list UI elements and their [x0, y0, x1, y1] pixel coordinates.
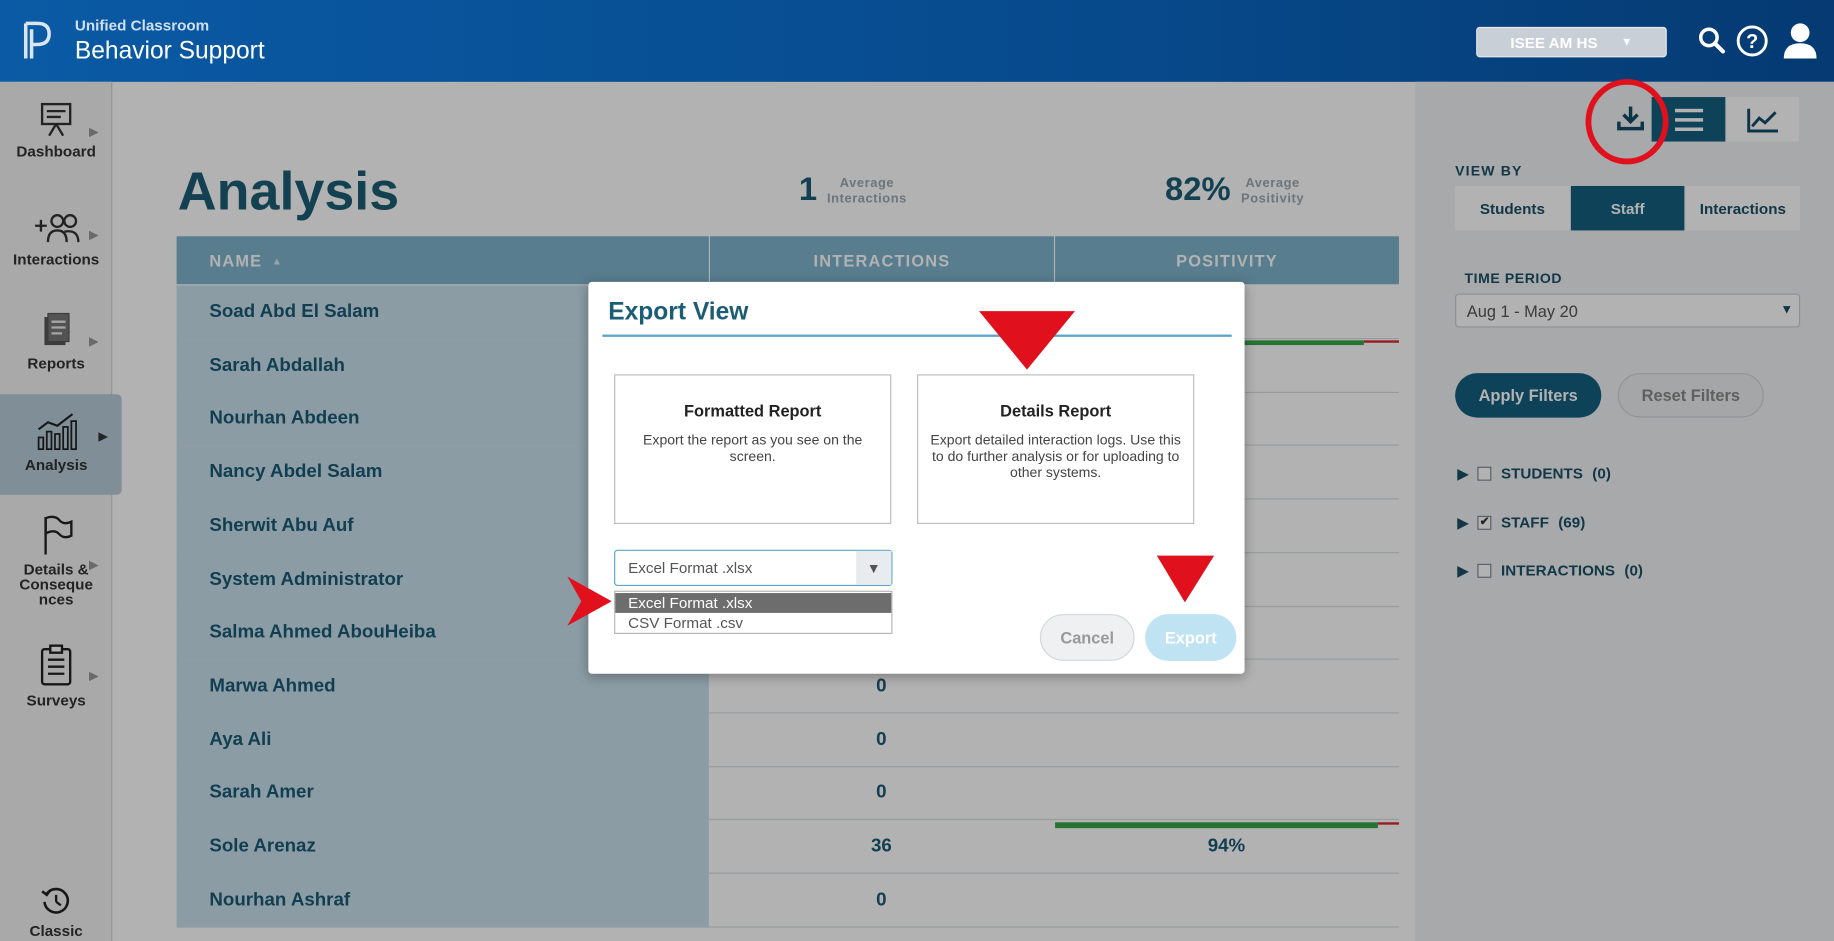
details-report-card[interactable]: Details Report Export detailed interacti…: [917, 374, 1195, 525]
help-icon[interactable]: ?: [1735, 23, 1770, 58]
export-format-dropdown: Excel Format .xlsx CSV Format .csv: [614, 590, 893, 634]
dialog-title: Export View: [608, 298, 749, 326]
title-divider: [602, 334, 1232, 337]
format-option-xlsx[interactable]: Excel Format .xlsx: [615, 593, 892, 613]
card-description: Export the report as you see on the scre…: [643, 431, 863, 465]
export-view-dialog: Export View Formatted Report Export the …: [588, 281, 1245, 674]
export-button[interactable]: Export: [1145, 614, 1237, 661]
caret-down-icon: ▼: [856, 550, 892, 585]
app-title: Behavior Support: [74, 37, 265, 65]
selected-format: Excel Format .xlsx: [628, 559, 753, 577]
app-subtitle: Unified Classroom: [74, 16, 210, 34]
caret-down-icon: ▼: [1621, 35, 1633, 49]
search-icon[interactable]: [1695, 23, 1730, 58]
card-description: Export detailed interaction logs. Use th…: [930, 431, 1181, 481]
formatted-report-card[interactable]: Formatted Report Export the report as yo…: [614, 374, 892, 525]
app-header: Unified Classroom Behavior Support ISEE …: [0, 0, 1834, 82]
school-select-label: ISEE AM HS: [1510, 33, 1598, 51]
powerschool-logo: [23, 21, 51, 59]
cancel-button[interactable]: Cancel: [1039, 614, 1135, 661]
school-select[interactable]: ISEE AM HS ▼: [1476, 26, 1667, 58]
card-title: Details Report: [1000, 401, 1112, 420]
user-icon[interactable]: [1781, 21, 1818, 61]
svg-text:?: ?: [1746, 31, 1758, 53]
card-title: Formatted Report: [684, 401, 822, 420]
format-option-csv[interactable]: CSV Format .csv: [615, 613, 891, 633]
export-format-select[interactable]: Excel Format .xlsx ▼: [614, 549, 893, 587]
